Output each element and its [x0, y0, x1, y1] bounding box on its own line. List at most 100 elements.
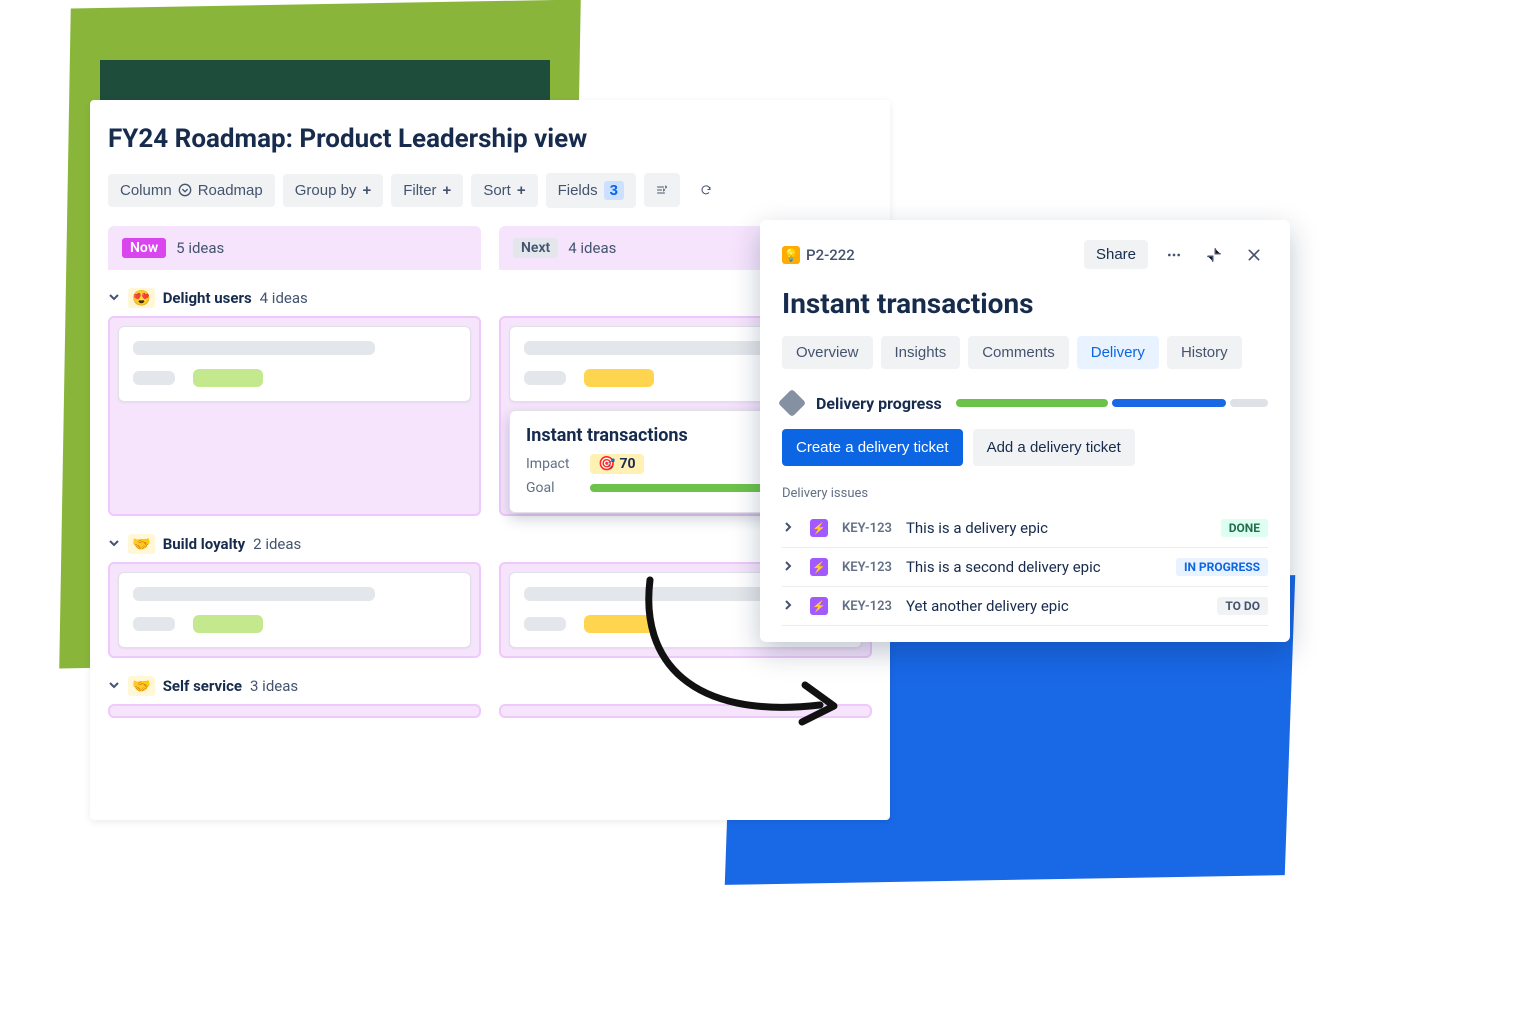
group-build-loyalty: 🤝 Build loyalty 2 ideas [108, 534, 872, 658]
column-count: 5 ideas [176, 239, 224, 257]
placeholder-pill [584, 615, 654, 633]
tab-overview[interactable]: Overview [782, 336, 873, 369]
plus-icon: + [443, 182, 452, 199]
placeholder-line [133, 341, 375, 355]
idea-card[interactable] [118, 326, 471, 402]
delivery-progress-label: Delivery progress [816, 394, 942, 413]
settings-icon-button[interactable] [644, 173, 680, 207]
chevron-right-icon[interactable] [782, 597, 796, 615]
group-name: Delight users [163, 289, 252, 307]
placeholder-pill [584, 369, 654, 387]
impact-label: Impact [526, 456, 578, 472]
group-emoji: 🤝 [128, 534, 155, 554]
swimlane-next [499, 704, 872, 718]
create-delivery-ticket-button[interactable]: Create a delivery ticket [782, 429, 963, 466]
placeholder-line [524, 341, 766, 355]
column-header-now: Now 5 ideas [108, 226, 481, 270]
group-by-button[interactable]: Group by+ [283, 174, 383, 207]
tab-delivery[interactable]: Delivery [1077, 336, 1159, 369]
chevron-down-icon[interactable] [108, 535, 120, 553]
filter-button[interactable]: Filter+ [391, 174, 463, 207]
panel-title: Instant transactions [782, 287, 1268, 320]
idea-card[interactable] [118, 572, 471, 648]
delivery-actions: Create a delivery ticket Add a delivery … [782, 429, 1268, 466]
swimlane-now [108, 316, 481, 516]
column-tag: Now [122, 238, 166, 258]
plus-icon: + [362, 182, 371, 199]
group-count: 3 ideas [250, 677, 298, 695]
column-switcher[interactable]: Column Roadmap [108, 174, 275, 207]
swimlane-now [108, 562, 481, 658]
group-delight-users: 😍 Delight users 4 ideas [108, 288, 872, 516]
collapse-icon [1206, 246, 1222, 264]
status-badge: IN PROGRESS [1176, 558, 1268, 576]
panel-tabs: Overview Insights Comments Delivery Hist… [782, 336, 1268, 369]
issue-key: KEY-123 [842, 560, 892, 575]
chevron-down-icon [178, 183, 192, 197]
delivery-progress: Delivery progress [782, 393, 1268, 413]
placeholder-line [524, 371, 566, 385]
group-count: 4 ideas [260, 289, 308, 307]
issue-summary: Yet another delivery epic [906, 597, 1203, 615]
group-name: Build loyalty [163, 535, 245, 553]
chevron-down-icon[interactable] [108, 289, 120, 307]
fields-button[interactable]: Fields 3 [546, 173, 636, 208]
page-title: FY24 Roadmap: Product Leadership view [108, 124, 872, 154]
collapse-button[interactable] [1200, 241, 1228, 269]
placeholder-line [133, 617, 175, 631]
placeholder-pill [193, 615, 263, 633]
issue-summary: This is a delivery epic [906, 519, 1207, 537]
delivery-issues-label: Delivery issues [782, 486, 1268, 501]
share-button[interactable]: Share [1084, 240, 1148, 269]
group-name: Self service [163, 677, 242, 695]
close-icon [1246, 246, 1262, 264]
cycle-icon [700, 180, 712, 200]
column-count: 4 ideas [568, 239, 616, 257]
idea-icon: 💡 [782, 246, 800, 264]
group-emoji: 😍 [128, 288, 155, 308]
placeholder-line [133, 587, 375, 601]
fields-count-badge: 3 [604, 181, 624, 200]
sort-button[interactable]: Sort+ [471, 174, 537, 207]
chevron-right-icon[interactable] [782, 558, 796, 576]
group-count: 2 ideas [253, 535, 301, 553]
status-badge: DONE [1221, 519, 1268, 537]
add-delivery-ticket-button[interactable]: Add a delivery ticket [973, 429, 1135, 466]
group-emoji: 🤝 [128, 676, 155, 696]
chevron-right-icon[interactable] [782, 519, 796, 537]
group-self-service: 🤝 Self service 3 ideas [108, 676, 872, 718]
delivery-issue-row[interactable]: ⚡ KEY-123 Yet another delivery epic TO D… [782, 587, 1268, 626]
close-button[interactable] [1240, 241, 1268, 269]
issue-key: KEY-123 [842, 521, 892, 536]
delivery-issue-row[interactable]: ⚡ KEY-123 This is a second delivery epic… [782, 548, 1268, 587]
placeholder-line [133, 371, 175, 385]
board-toolbar: Column Roadmap Group by+ Filter+ Sort+ F… [108, 172, 872, 208]
epic-icon: ⚡ [810, 519, 828, 537]
more-menu-button[interactable] [1160, 241, 1188, 269]
chevron-down-icon[interactable] [108, 677, 120, 695]
status-badge: TO DO [1217, 597, 1268, 615]
sliders-icon [656, 181, 668, 199]
issue-key[interactable]: 💡 P2-222 [782, 246, 855, 264]
placeholder-pill [193, 369, 263, 387]
tab-comments[interactable]: Comments [968, 336, 1069, 369]
placeholder-line [524, 587, 766, 601]
issue-summary: This is a second delivery epic [906, 558, 1162, 576]
placeholder-line [524, 617, 566, 631]
tab-history[interactable]: History [1167, 336, 1242, 369]
epic-icon: ⚡ [810, 558, 828, 576]
swimlane-now [108, 704, 481, 718]
more-icon [1166, 245, 1182, 265]
goal-label: Goal [526, 480, 578, 496]
epic-icon: ⚡ [810, 597, 828, 615]
delivery-issue-row[interactable]: ⚡ KEY-123 This is a delivery epic DONE [782, 509, 1268, 548]
panel-header: 💡 P2-222 Share [782, 240, 1268, 269]
delivery-progress-bar [956, 399, 1268, 407]
diamond-icon [778, 389, 806, 417]
tab-insights[interactable]: Insights [881, 336, 961, 369]
issue-detail-panel: 💡 P2-222 Share Instant transactions Over… [760, 220, 1290, 642]
refresh-icon-button[interactable] [688, 172, 724, 208]
plus-icon: + [517, 182, 526, 199]
impact-value: 🎯 70 [590, 454, 644, 474]
column-tag: Next [513, 238, 558, 258]
